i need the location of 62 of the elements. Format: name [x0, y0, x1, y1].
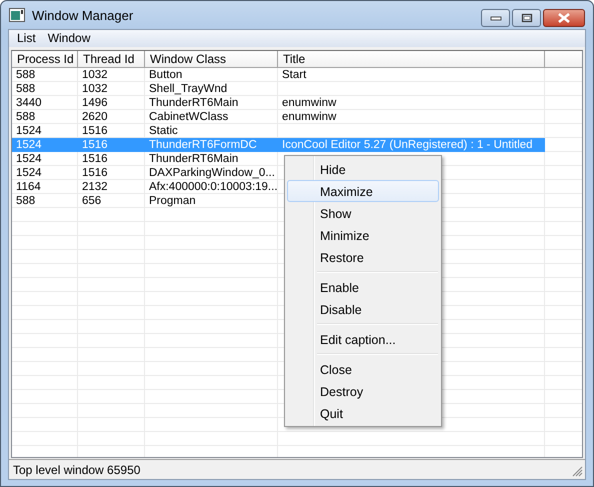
column-header[interactable]: Process Id: [12, 51, 78, 68]
maximize-icon: [520, 13, 532, 23]
menu-item[interactable]: Destroy: [287, 380, 439, 402]
maximize-button[interactable]: [512, 9, 541, 27]
table-cell-text: IconCool Editor 5.27 (UnRegistered) : 1 - Untitled: [281, 138, 534, 152]
status-text: Top level window 65950: [13, 462, 140, 476]
close-button[interactable]: [543, 9, 585, 27]
table-cell-text: 656: [81, 194, 102, 208]
app-icon: [9, 8, 25, 22]
table-cell-text: ThunderRT6Main: [148, 96, 240, 110]
column-header[interactable]: Window Class: [145, 51, 278, 68]
table-cell-text: Start: [281, 68, 308, 82]
menu-item[interactable]: Restore: [287, 246, 439, 268]
table-cell-text: 588: [15, 194, 36, 208]
table-cell-text: Progman: [148, 194, 197, 208]
resize-grip-icon: [572, 466, 583, 477]
table-cell-text: Afx:400000:0:10003:19...: [148, 180, 278, 194]
menu-item[interactable]: Window: [42, 30, 96, 47]
menu-item[interactable]: Maximize: [287, 180, 439, 202]
table-cell-text: DAXParkingWindow_0...: [148, 166, 276, 180]
menu-item[interactable]: Minimize: [287, 224, 439, 246]
table-cell-text: 1524: [15, 138, 43, 152]
table-cell-text: 1524: [15, 166, 43, 180]
table-cell-text: 1516: [81, 124, 109, 138]
table-cell-text: 588: [15, 110, 36, 124]
menu-item[interactable]: Quit: [287, 402, 439, 424]
menu-item[interactable]: Disable: [287, 298, 439, 320]
table-cell-text: enumwinw: [281, 96, 338, 110]
table-cell-text: enumwinw: [281, 110, 338, 124]
column-header[interactable]: Thread Id: [78, 51, 145, 68]
menu-item[interactable]: Hide: [287, 158, 439, 180]
menu-item[interactable]: Edit caption...: [287, 328, 439, 350]
table-cell-text: 3440: [15, 96, 43, 110]
column-header: [545, 51, 582, 68]
table-cell-text: 1032: [81, 68, 109, 82]
table-cell-text: 1496: [81, 96, 109, 110]
minimize-icon: [490, 15, 502, 21]
table-cell-text: Static: [148, 124, 179, 138]
table-cell-text: 1516: [81, 138, 109, 152]
table-cell-text: 1524: [15, 124, 43, 138]
table-cell-text: 588: [15, 82, 36, 96]
table-cell-text: ThunderRT6FormDC: [148, 138, 258, 152]
close-icon: [557, 13, 571, 23]
table-cell-text: ThunderRT6Main: [148, 152, 240, 166]
menu-item[interactable]: List: [11, 30, 42, 47]
table-cell-text: 1524: [15, 152, 43, 166]
table-cell-text: Button: [148, 68, 184, 82]
column-header[interactable]: Title: [278, 51, 545, 68]
table-cell-text: CabinetWClass: [148, 110, 230, 124]
window-title: Window Manager: [32, 8, 134, 22]
menu-item[interactable]: Show: [287, 202, 439, 224]
minimize-button[interactable]: [481, 9, 510, 27]
table-cell-text: 2132: [81, 180, 109, 194]
table-cell-text: 1032: [81, 82, 109, 96]
menu-item[interactable]: Enable: [287, 276, 439, 298]
table-cell-text: 588: [15, 68, 36, 82]
table-cell-text: 1164: [15, 180, 42, 194]
table-cell-text: 1516: [81, 166, 109, 180]
table-cell-text: Shell_TrayWnd: [148, 82, 228, 96]
menu-item[interactable]: Close: [287, 358, 439, 380]
table-cell-text: 2620: [81, 110, 109, 124]
table-cell-text: 1516: [81, 152, 109, 166]
